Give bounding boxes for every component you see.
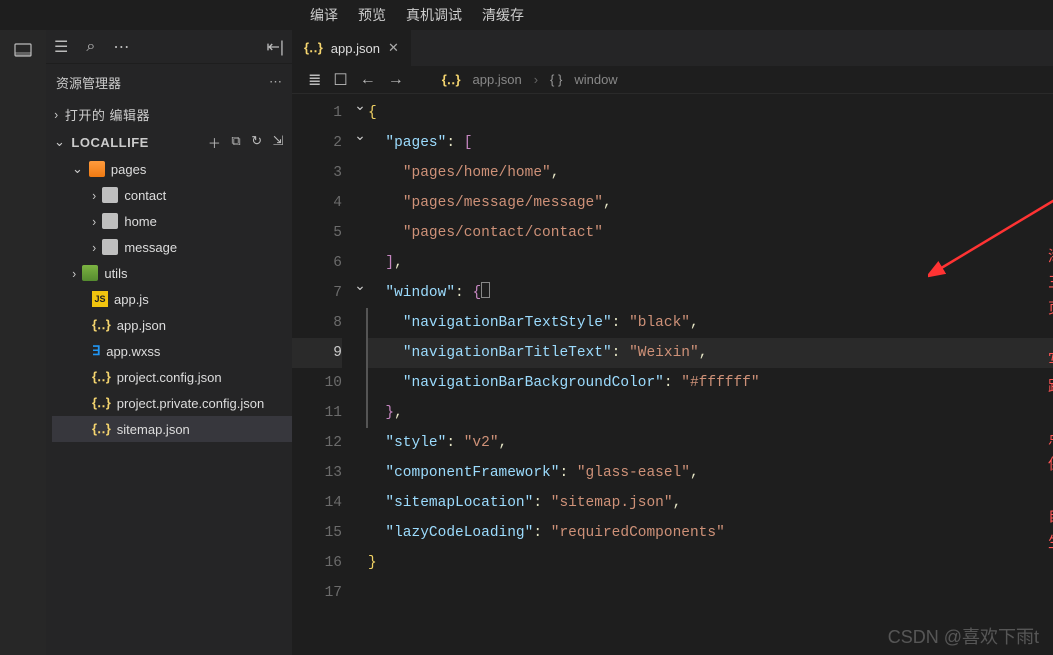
tree-folder-message[interactable]: message (52, 234, 292, 260)
open-editors-section[interactable]: 打开的 编辑器 (46, 100, 292, 128)
code-area[interactable]: 1 2 3 4 5 6 7 8 9 10 11 12 13 14 15 16 1… (292, 94, 1053, 655)
nav-forward-icon[interactable]: → (388, 71, 404, 89)
open-editors-label: 打开的 编辑器 (65, 105, 150, 124)
folder-icon (102, 213, 118, 229)
tree-folder-home[interactable]: home (52, 208, 292, 234)
project-section[interactable]: LOCALLIFE ＋ ⧉ ↻ ⇲ (46, 128, 292, 156)
nav-back-icon[interactable]: ← (360, 71, 376, 89)
json-file-icon: {‥} (92, 317, 111, 333)
tree-file-sitemap[interactable]: {‥} sitemap.json (52, 416, 292, 442)
wxss-file-icon: ∃ (92, 343, 100, 359)
tree-folder-utils[interactable]: utils (52, 260, 292, 286)
code-lines[interactable]: { "pages": [ "pages/home/home", "pages/m… (368, 94, 1053, 655)
explorer-title-row: 资源管理器 ⋯ (46, 64, 292, 100)
chevron-right-icon (92, 188, 96, 203)
json-file-icon: {‥} (92, 421, 111, 437)
tabbar: {‥} app.json ✕ (292, 30, 1053, 66)
menu-preview[interactable]: 预览 (358, 5, 386, 25)
json-file-icon: {‥} (304, 40, 323, 56)
activity-bar (0, 30, 46, 655)
list-icon[interactable]: ≣ (308, 70, 321, 90)
explorer-title: 资源管理器 (56, 73, 121, 92)
tree-folder-contact[interactable]: contact (52, 182, 292, 208)
json-file-icon: {‥} (92, 395, 111, 411)
tree-folder-pages[interactable]: pages (52, 156, 292, 182)
folder-icon (89, 161, 105, 177)
bookmark-icon[interactable]: ☐ (333, 70, 347, 90)
tree-file-appwxss[interactable]: ∃ app.wxss (52, 338, 292, 364)
chevron-right-icon (72, 266, 76, 281)
chevron-down-icon (72, 161, 83, 177)
tree-file-appjs[interactable]: JS app.js (52, 286, 292, 312)
collapse-side-icon[interactable]: ⇤| (266, 37, 284, 57)
cursor (481, 282, 490, 298)
folder-icon (102, 187, 118, 203)
breadcrumb-file[interactable]: app.json (473, 72, 522, 87)
js-file-icon: JS (92, 291, 108, 307)
tree-file-appjson[interactable]: {‥} app.json (52, 312, 292, 338)
refresh-icon[interactable]: ↻ (251, 133, 262, 152)
editor: {‥} app.json ✕ ≣ ☐ ← → {‥} app.json › { … (292, 30, 1053, 655)
menu-device-debug[interactable]: 真机调试 (406, 5, 462, 25)
close-icon[interactable]: ✕ (388, 40, 399, 56)
sidebar: ☰ ⌕ ⋯ ⇤| 资源管理器 ⋯ 打开的 编辑器 LOCALLIFE ＋ ⧉ ↻… (46, 30, 292, 655)
panel-icon[interactable] (13, 40, 33, 60)
json-file-icon: {‥} (92, 369, 111, 385)
chevron-down-icon (54, 134, 65, 150)
tree-file-projectconfig[interactable]: {‥} project.config.json (52, 364, 292, 390)
new-folder-icon[interactable]: ⧉ (231, 133, 241, 152)
project-name: LOCALLIFE (71, 135, 148, 150)
tab-label: app.json (331, 41, 380, 56)
menu-clear-cache[interactable]: 清缓存 (482, 5, 524, 25)
search-icon[interactable]: ⌕ (86, 38, 95, 56)
tab-appjson[interactable]: {‥} app.json ✕ (292, 30, 412, 66)
chevron-right-icon (92, 214, 96, 229)
file-tree: pages contact home message utils (46, 156, 292, 442)
json-file-icon: {‥} (442, 72, 461, 88)
top-menu: 编译 预览 真机调试 清缓存 (0, 0, 1053, 30)
object-icon: { } (550, 72, 562, 87)
collapse-all-icon[interactable]: ⇲ (273, 133, 284, 152)
new-file-icon[interactable]: ＋ (208, 133, 222, 152)
folder-icon (102, 239, 118, 255)
breadcrumb-bar: ≣ ☐ ← → {‥} app.json › { } window (292, 66, 1053, 94)
menu-icon[interactable]: ☰ (54, 37, 68, 57)
chevron-right-icon (54, 107, 59, 122)
chevron-right-icon (92, 240, 96, 255)
more-icon[interactable]: ⋯ (113, 37, 129, 57)
sidebar-toolbar: ☰ ⌕ ⋯ ⇤| (46, 30, 292, 64)
explorer-more-icon[interactable]: ⋯ (269, 74, 282, 90)
breadcrumb-symbol[interactable]: window (574, 72, 617, 87)
line-gutter: 1 2 3 4 5 6 7 8 9 10 11 12 13 14 15 16 1… (292, 94, 352, 655)
menu-compile[interactable]: 编译 (310, 5, 338, 25)
folder-icon (82, 265, 98, 281)
tree-file-projectprivate[interactable]: {‥} project.private.config.json (52, 390, 292, 416)
